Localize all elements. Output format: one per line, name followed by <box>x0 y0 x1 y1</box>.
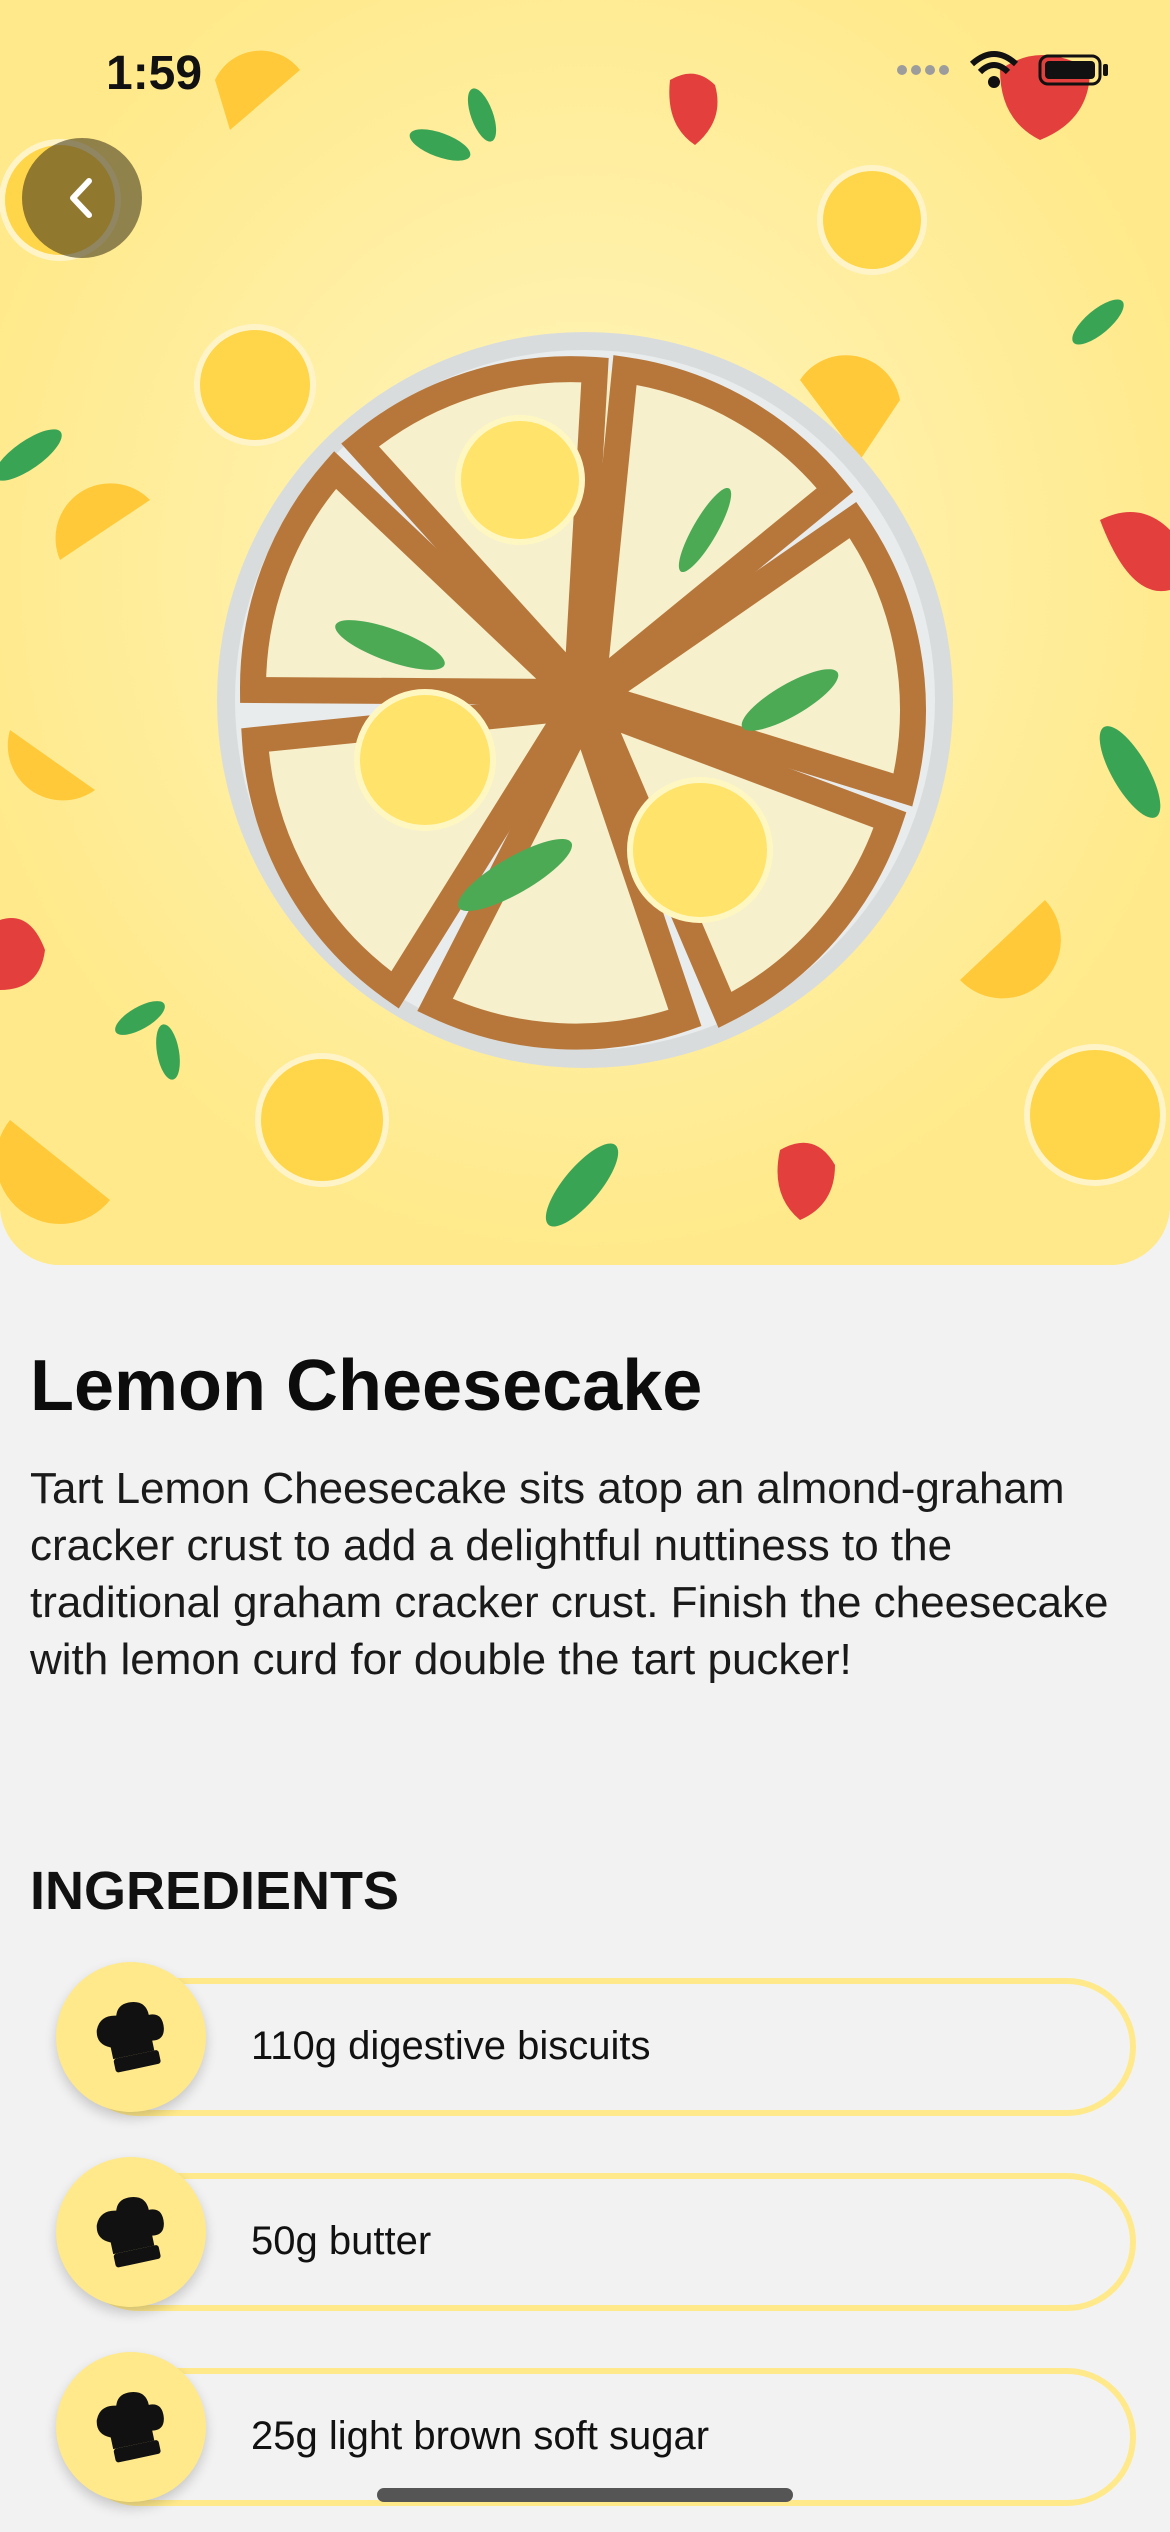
status-bar: 1:59 <box>0 0 1170 140</box>
chef-hat-icon <box>96 2392 164 2463</box>
ingredient-icon-badge <box>56 2352 206 2502</box>
ingredient-icon-badge <box>56 2157 206 2307</box>
ingredient-label: 50g butter <box>251 2219 432 2263</box>
chef-hat-icon <box>96 2002 164 2073</box>
ingredient-item: 25g light brown soft sugar <box>56 2352 1136 2506</box>
ingredient-item: 50g butter <box>56 2157 1136 2311</box>
signal-icon <box>897 65 949 75</box>
recipe-title: Lemon Cheesecake <box>30 1346 703 1426</box>
ingredient-label: 110g digestive biscuits <box>251 2024 651 2068</box>
ingredients-heading: INGREDIENTS <box>30 1861 400 1921</box>
back-button[interactable] <box>22 138 142 258</box>
chef-hat-icon <box>96 2197 164 2268</box>
wifi-icon <box>969 51 1019 88</box>
battery-icon <box>1038 54 1108 86</box>
home-indicator[interactable] <box>377 2488 793 2502</box>
recipe-description: Tart Lemon Cheesecake sits atop an almon… <box>30 1464 1109 1684</box>
status-time: 1:59 <box>106 47 203 100</box>
ingredient-label: 25g light brown soft sugar <box>251 2414 710 2458</box>
ingredient-item: 110g digestive biscuits <box>56 1962 1136 2116</box>
hero-image: 1:59 <box>0 0 1170 1265</box>
ingredient-icon-badge <box>56 1962 206 2112</box>
chevron-left-icon <box>70 178 92 218</box>
status-icons <box>894 50 1110 90</box>
cheesecake-illustration <box>0 0 1170 1265</box>
